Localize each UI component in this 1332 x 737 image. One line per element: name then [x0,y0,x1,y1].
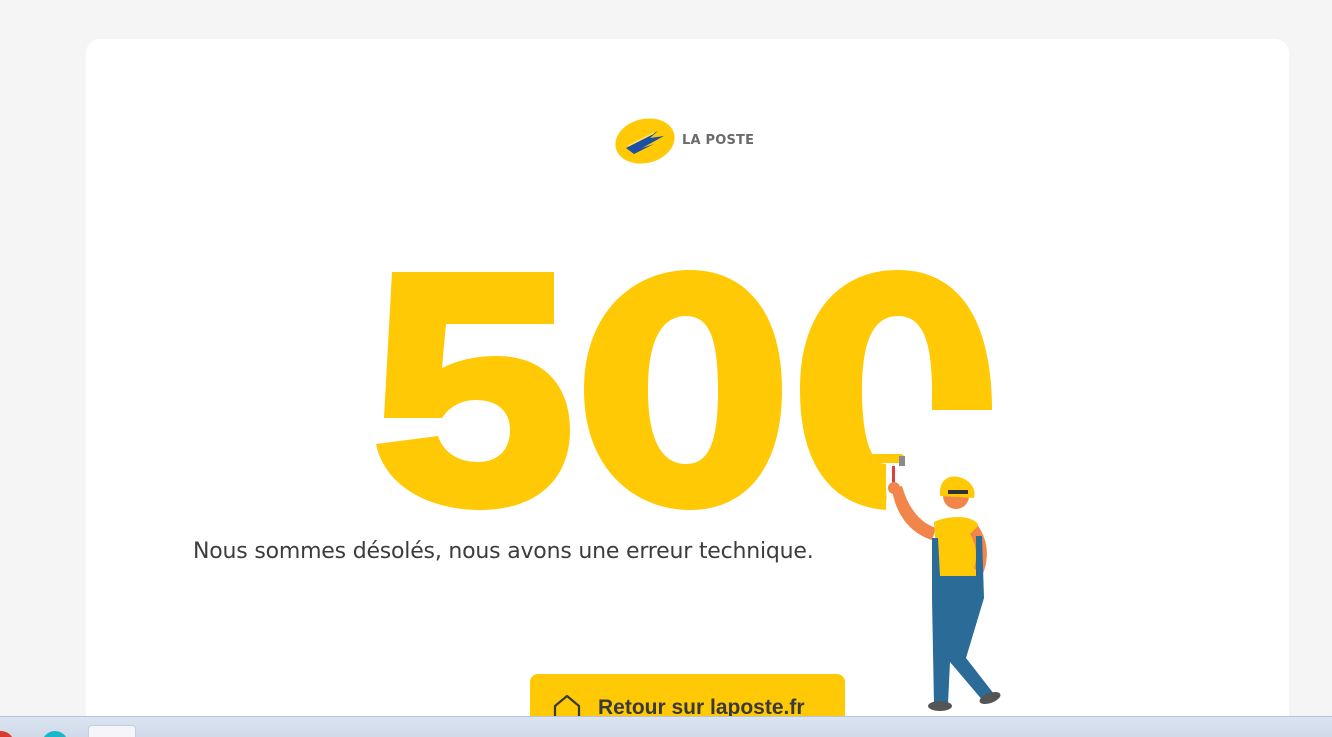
browser-red-icon[interactable] [0,731,14,737]
logo-text: LA POSTE [682,132,755,148]
app-window-icon[interactable] [88,725,136,737]
browser-teal-icon[interactable] [42,731,68,737]
digit-zero-middle [584,270,782,510]
painter-illustration [870,454,1001,711]
os-taskbar [0,716,1332,737]
la-poste-bird-logo-icon [615,118,675,164]
page: LA POSTE Nous sommes désolés, nous avons… [0,0,1332,737]
error-message: Nous sommes désolés, nous avons une erre… [193,539,814,564]
digit-five [376,272,570,510]
la-poste-logo[interactable]: LA POSTE [614,116,754,164]
